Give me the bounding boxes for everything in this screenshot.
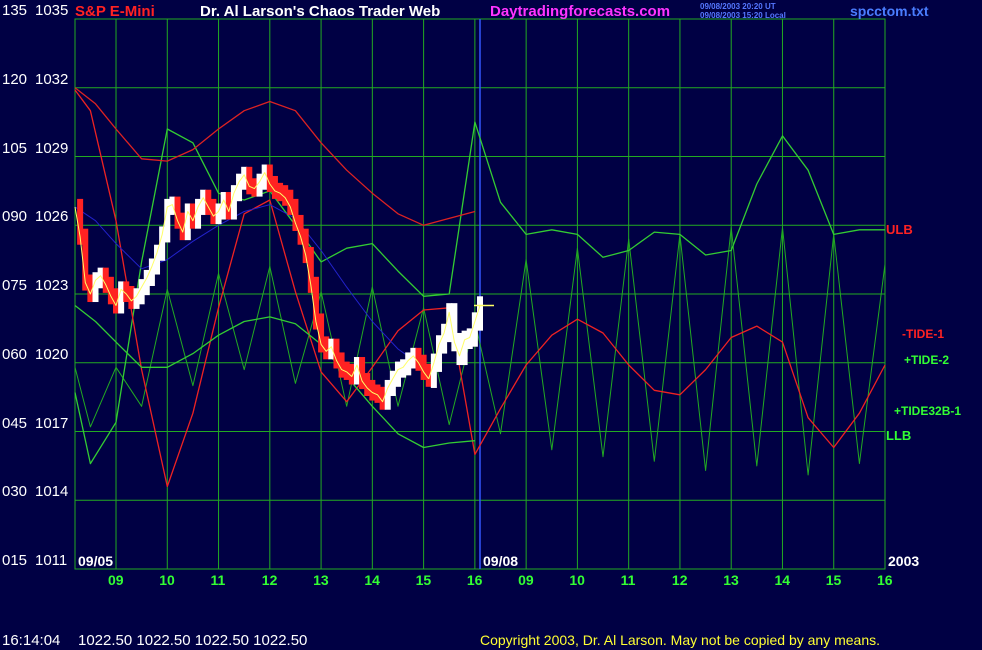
x-tick-label: 10 xyxy=(569,572,585,588)
y-tick-label-price: 1011 xyxy=(35,552,68,569)
y-tick-label-left: 030 xyxy=(2,483,28,501)
time-local: 09/08/2003 15:20 Local xyxy=(700,11,786,20)
y-tick-label-left: 105 xyxy=(2,139,28,157)
y-tick-label-left: 120 xyxy=(2,70,28,88)
y-tick-label-left: 075 xyxy=(2,277,28,294)
y-tick-label-left: 090 xyxy=(2,208,28,226)
y-tick-label-left: 015 xyxy=(2,552,28,569)
ulb-label: ULB xyxy=(886,222,913,237)
file-label: spcctom.txt xyxy=(850,3,929,19)
x-tick-label: 12 xyxy=(671,572,688,588)
date-label-0905: 09/05 xyxy=(78,553,114,569)
tide2-label: +TIDE-2 xyxy=(904,353,950,367)
time-ut: 09/08/2003 20:20 UT xyxy=(700,2,776,11)
x-tick-label: 16 xyxy=(466,572,483,588)
x-tick-label: 09 xyxy=(518,572,534,588)
y-tick-label-price: 1017 xyxy=(35,414,69,432)
x-tick-label: 15 xyxy=(415,572,432,588)
y-tick-label-left: 135 xyxy=(2,2,28,19)
x-tick-label: 14 xyxy=(774,572,791,588)
site-label: Daytradingforecasts.com xyxy=(490,3,671,20)
tide1-label: -TIDE-1 xyxy=(902,327,944,341)
x-tick-label: 11 xyxy=(210,572,226,588)
x-tick-label: 09 xyxy=(108,572,124,588)
x-tick-label: 13 xyxy=(723,572,739,588)
last-time: 16:14:04 xyxy=(2,632,61,649)
x-tick-label: 13 xyxy=(313,572,329,588)
llb-label: LLB xyxy=(886,428,912,443)
x-tick-label: 12 xyxy=(261,572,278,588)
instrument-label: S&P E-Mini xyxy=(75,3,155,20)
x-tick-label: 14 xyxy=(364,572,380,588)
y-tick-label-price: 1026 xyxy=(35,208,69,226)
tide32b-label: +TIDE32B-1 xyxy=(894,404,962,418)
x-tick-label: 15 xyxy=(825,572,842,588)
date-label-0908: 09/08 xyxy=(483,553,519,569)
y-tick-label-price: 1035 xyxy=(35,2,69,19)
ohlc-values: 1022.50 1022.50 1022.50 1022.50 xyxy=(78,632,308,649)
y-tick-label-price: 1023 xyxy=(35,277,69,294)
x-tick-label: 16 xyxy=(877,572,893,588)
y-tick-label-left: 060 xyxy=(2,345,28,363)
chart-title: Dr. Al Larson's Chaos Trader Web xyxy=(200,3,441,20)
y-tick-label-price: 1020 xyxy=(35,345,69,363)
year-label: 2003 xyxy=(888,553,920,569)
y-tick-label-price: 1032 xyxy=(35,70,69,88)
llb-line xyxy=(74,304,475,449)
y-tick-label-left: 045 xyxy=(2,414,28,432)
x-tick-label: 11 xyxy=(620,572,636,588)
copyright: Copyright 2003, Dr. Al Larson. May not b… xyxy=(480,632,881,648)
x-tick-label: 10 xyxy=(159,572,175,588)
y-tick-label-price: 1014 xyxy=(35,483,69,501)
y-tick-label-price: 1029 xyxy=(35,139,69,157)
